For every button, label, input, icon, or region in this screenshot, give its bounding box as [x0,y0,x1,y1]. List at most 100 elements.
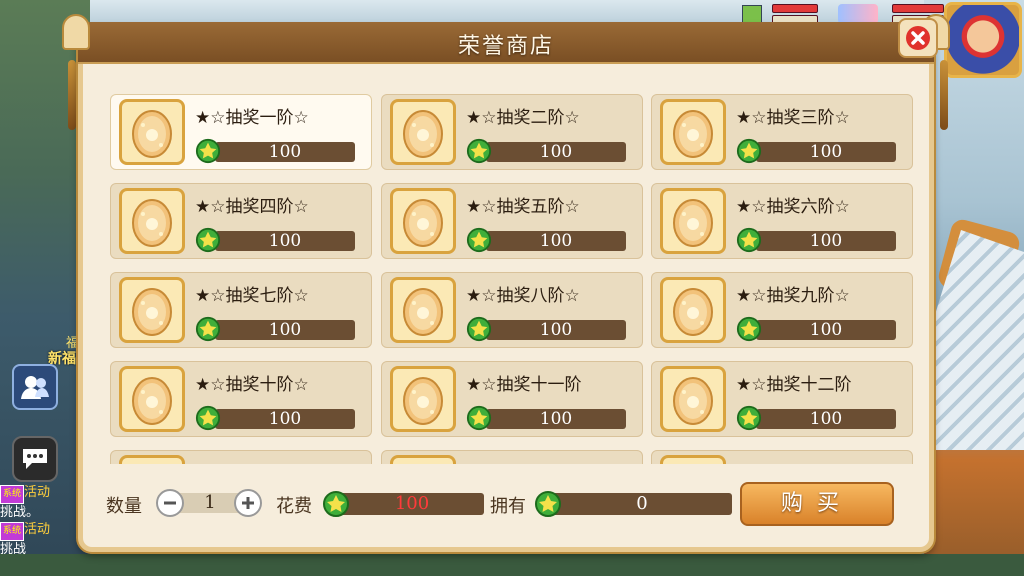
shop-item[interactable]: ★☆抽奖六阶☆ 100 [651,183,913,259]
egg-icon [132,288,172,336]
green-gem-icon [736,316,762,342]
item-name: ★☆抽奖十二阶 [736,375,852,395]
egg-icon [401,461,445,464]
right-tassel [940,60,948,130]
friends-icon [21,376,49,399]
shop-item[interactable]: ★☆抽奖四阶☆ 100 [110,183,372,259]
item-price: 100 [809,231,843,251]
item-price-bar: 100 [486,142,626,162]
egg-icon [130,461,174,464]
item-price-bar: 100 [486,409,626,429]
green-gem-icon [466,138,492,164]
chat-button[interactable] [12,436,58,482]
shop-item[interactable]: ★☆抽奖十阶☆ 100 [110,361,372,437]
shop-item[interactable]: ★☆抽奖七阶☆ 100 [110,272,372,348]
left-scroll-ornament [62,14,90,50]
ground-strip [0,554,1024,576]
egg-icon [403,110,443,158]
chat-bubble-icon [23,449,47,469]
green-gem-icon [322,490,350,518]
buy-button[interactable]: 购买 [740,482,894,526]
egg-icon [671,461,715,464]
owned-label: 拥有 [490,496,526,517]
item-name: ★☆抽奖十四阶 [466,459,636,464]
item-icon-frame [119,277,185,343]
item-price: 100 [809,142,843,162]
item-icon-frame [390,455,456,464]
egg-icon [673,110,713,158]
item-name: ★☆抽奖一阶☆ [195,108,309,128]
green-gem-icon [736,227,762,253]
item-name: ★☆抽奖五阶☆ [466,197,580,217]
pet-avatar[interactable] [838,4,878,24]
cost-label: 花费 [276,496,312,517]
item-price: 100 [539,409,573,429]
shop-item[interactable]: ★☆抽奖十四阶 [381,450,643,464]
chat-log: 系统 活动 挑战。 系统 活动 挑战 [0,484,80,558]
decrease-quantity-button[interactable] [156,489,184,517]
shop-item[interactable]: ★☆抽奖八阶☆ 100 [381,272,643,348]
item-price: 100 [809,409,843,429]
quantity-value[interactable]: 1 [190,492,230,513]
system-tag: 系统 [0,522,25,541]
shop-item[interactable]: ★☆抽奖十一阶 100 [381,361,643,437]
chat-text: 活动 [24,522,51,537]
green-gem-icon [466,227,492,253]
item-icon-frame [390,277,456,343]
green-gem-icon [195,227,221,253]
item-icon-frame [119,188,185,254]
item-price: 100 [539,142,573,162]
green-gem-icon [736,405,762,431]
item-name: ★☆抽奖八阶☆ [466,286,580,306]
item-price-bar: 100 [756,142,896,162]
egg-icon [673,377,713,425]
friends-button[interactable] [12,364,58,410]
shop-item[interactable]: ★☆抽奖十二阶 100 [651,361,913,437]
chat-line: 系统 活动 [0,521,80,541]
item-name: ★☆抽奖十三阶 [195,459,365,464]
item-price-bar: 100 [215,231,355,251]
egg-icon [673,288,713,336]
item-price: 100 [539,231,573,251]
shop-title: 荣誉商店 [457,34,554,59]
item-name: ★☆抽奖六阶☆ [736,197,850,217]
green-gem-icon [534,490,562,518]
item-icon-frame [390,99,456,165]
owned-value: 0 [636,493,648,514]
shop-item[interactable]: ★☆抽奖一阶☆ 100 [110,94,372,170]
close-button[interactable] [898,18,938,58]
item-name: ★☆抽奖十阶☆ [195,375,309,395]
egg-icon [673,199,713,247]
item-price: 100 [268,320,302,340]
egg-icon [132,377,172,425]
item-name: ★☆抽奖二阶☆ [466,108,580,128]
green-gem-icon [466,316,492,342]
shop-item[interactable]: ★☆抽奖九阶☆ 100 [651,272,913,348]
item-price-bar: 100 [215,142,355,162]
item-price-bar: 100 [756,231,896,251]
shop-item[interactable]: ★☆抽奖十三阶 [110,450,372,464]
item-price: 100 [268,142,302,162]
player-avatar[interactable] [944,2,1022,78]
item-price: 100 [539,320,573,340]
item-name: ★☆抽奖四阶☆ [195,197,309,217]
item-name: ★☆抽奖十五阶 [736,459,906,464]
item-price-bar: 100 [215,320,355,340]
increase-quantity-button[interactable] [234,489,262,517]
shop-item[interactable]: ★☆抽奖三阶☆ 100 [651,94,913,170]
shop-item[interactable]: ★☆抽奖五阶☆ 100 [381,183,643,259]
egg-icon [132,199,172,247]
shop-title-bar: 荣誉商店 [78,22,934,64]
system-tag: 系统 [0,485,25,504]
left-tassel [68,60,76,130]
green-gem-icon [195,316,221,342]
shop-item[interactable]: ★☆抽奖十五阶 [651,450,913,464]
item-icon-frame [119,366,185,432]
owned-bar: 0 [552,493,732,515]
green-gem-icon [195,138,221,164]
item-price: 100 [268,409,302,429]
shop-item[interactable]: ★☆抽奖二阶☆ 100 [381,94,643,170]
item-icon-frame [660,188,726,254]
item-icon-frame [660,455,726,464]
item-icon-frame [119,455,185,464]
